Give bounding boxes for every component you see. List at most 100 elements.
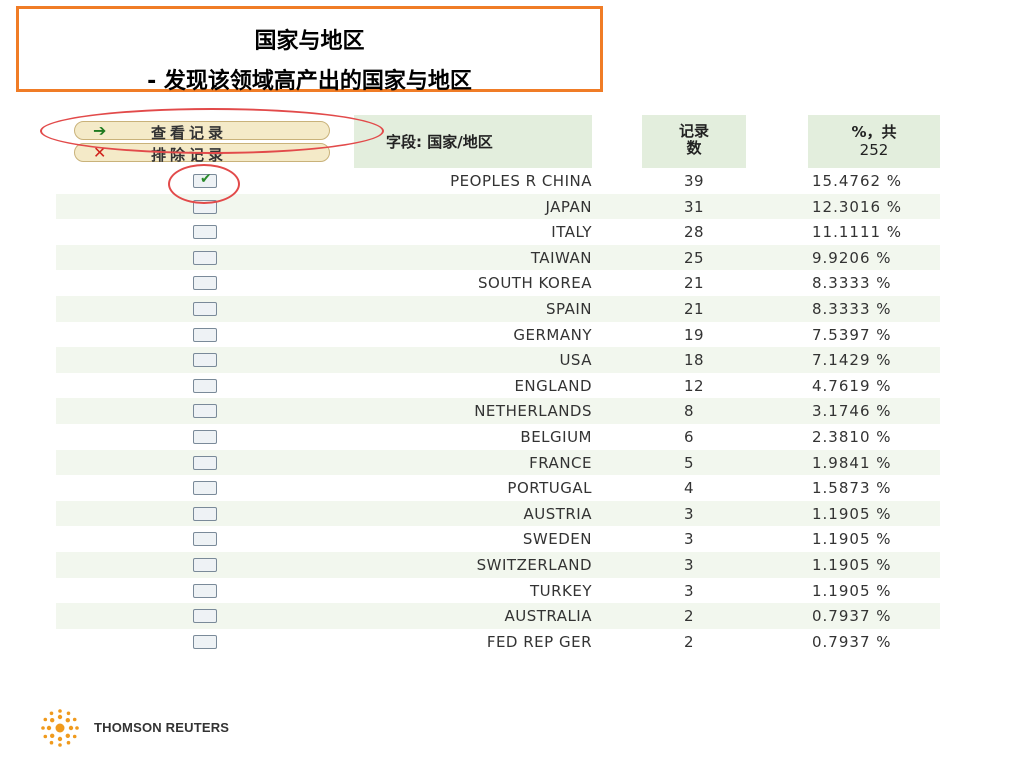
record-percent: 11.1111 % (812, 223, 903, 242)
country-name: FRANCE (529, 453, 592, 472)
record-count: 2 (684, 607, 695, 626)
table-row: FED REP GER 2 0.7937 % (56, 629, 940, 655)
record-percent: 8.3333 % (812, 299, 892, 318)
analyze-results-table: ➔ 查看记录 ✕ 排除记录 字段: 国家/地区 记录数 %，共 252 ✔ PEOP… (56, 115, 940, 654)
count-column-header: 记录数 (642, 115, 746, 168)
record-percent: 1.9841 % (812, 453, 892, 472)
row-checkbox[interactable] (193, 557, 217, 572)
country-name: PORTUGAL (507, 479, 592, 498)
record-percent: 7.1429 % (812, 351, 892, 370)
view-records-label: 查看记录 (151, 124, 228, 142)
country-name: PEOPLES R CHINA (450, 172, 592, 190)
table-row: NETHERLANDS 8 3.1746 % (56, 398, 940, 424)
row-checkbox[interactable] (193, 327, 217, 342)
row-checkbox[interactable] (193, 481, 217, 496)
record-count: 8 (684, 402, 695, 421)
row-checkbox[interactable] (193, 404, 217, 419)
row-checkbox[interactable] (193, 301, 217, 316)
record-percent: 0.7937 % (812, 632, 892, 651)
country-name: JAPAN (545, 197, 592, 216)
record-count: 21 (684, 274, 705, 293)
record-count: 19 (684, 325, 705, 344)
row-checkbox[interactable] (193, 429, 217, 444)
record-percent: 1.5873 % (812, 479, 892, 498)
record-count: 2 (684, 632, 695, 651)
row-checkbox[interactable] (193, 225, 217, 240)
page-subtitle: - 发现该领域高产出的国家与地区 (147, 69, 472, 94)
country-name: FED REP GER (486, 632, 592, 651)
country-name: USA (559, 351, 592, 370)
record-percent: 12.3016 % (812, 197, 903, 216)
table-body: ✔ PEOPLES R CHINA 39 15.4762 % JAPAN 31 12.301… (56, 168, 940, 654)
table-row: JAPAN 31 12.3016 % (56, 193, 940, 220)
table-row: SWITZERLAND 3 1.1905 % (56, 551, 940, 578)
record-percent: 1.1905 % (812, 504, 892, 523)
row-checkbox[interactable] (193, 506, 217, 521)
table-row: ITALY 28 11.1111 % (56, 219, 940, 245)
row-checkbox[interactable] (193, 455, 217, 470)
country-name: SWEDEN (522, 530, 592, 549)
country-name: AUSTRIA (523, 504, 592, 523)
record-count: 28 (684, 223, 705, 242)
record-percent: 3.1746 % (812, 402, 892, 421)
field-header-label: 字段: 国家/地区 (386, 133, 493, 151)
table-row: ✔ PEOPLES R CHINA 39 15.4762 % (56, 168, 940, 194)
record-percent: 4.7619 % (812, 376, 892, 395)
page-title: 国家与地区 (254, 29, 365, 54)
country-name: BELGIUM (520, 427, 592, 446)
record-percent: 1.1905 % (812, 530, 892, 549)
record-count: 31 (684, 197, 705, 216)
record-percent: 15.4762 % (812, 172, 903, 190)
exclude-records-label: 排除记录 (151, 146, 228, 164)
table-row: GERMANY 19 7.5397 % (56, 322, 940, 348)
row-checkbox[interactable]: ✔ (193, 171, 217, 188)
table-header: ➔ 查看记录 ✕ 排除记录 字段: 国家/地区 记录数 %，共 252 (56, 115, 940, 168)
row-checkbox[interactable] (193, 276, 217, 291)
row-checkbox[interactable] (193, 609, 217, 624)
table-row: SWEDEN 3 1.1905 % (56, 526, 940, 552)
view-records-button[interactable]: ➔ 查看记录 (74, 121, 330, 142)
record-percent: 1.1905 % (812, 581, 892, 600)
row-checkbox[interactable] (193, 634, 217, 649)
country-name: TURKEY (529, 581, 592, 600)
record-count: 3 (684, 530, 695, 549)
record-count: 6 (684, 427, 695, 446)
country-name: AUSTRALIA (504, 607, 592, 626)
percent-column-header: %，共 252 (808, 115, 940, 168)
table-row: USA 18 7.1429 % (56, 347, 940, 373)
row-checkbox[interactable] (193, 199, 217, 214)
table-row: AUSTRIA 3 1.1905 % (56, 500, 940, 527)
arrow-right-icon: ➔ (93, 121, 107, 140)
table-row: SOUTH KOREA 21 8.3333 % (56, 270, 940, 296)
record-percent: 8.3333 % (812, 274, 892, 293)
country-name: GERMANY (513, 325, 592, 344)
country-name: SOUTH KOREA (477, 274, 592, 293)
field-column-header: 字段: 国家/地区 (354, 115, 592, 168)
record-count: 18 (684, 351, 705, 370)
table-row: AUSTRALIA 2 0.7937 % (56, 603, 940, 629)
row-checkbox[interactable] (193, 353, 217, 368)
record-percent: 9.9206 % (812, 248, 892, 267)
country-name: ITALY (551, 223, 592, 242)
country-name: NETHERLANDS (474, 402, 592, 421)
table-row: SPAIN 21 8.3333 % (56, 295, 940, 322)
logo-text: THOMSON REUTERS (94, 720, 230, 735)
x-icon: ✕ (93, 143, 107, 162)
row-checkbox[interactable] (193, 378, 217, 393)
table-row: TURKEY 3 1.1905 % (56, 578, 940, 604)
record-percent: 7.5397 % (812, 325, 892, 344)
row-checkbox[interactable] (193, 583, 217, 598)
record-percent: 0.7937 % (812, 607, 892, 626)
country-name: ENGLAND (514, 376, 592, 395)
country-name: SWITZERLAND (476, 555, 592, 574)
record-percent: 2.3810 % (812, 427, 892, 446)
record-count: 3 (684, 504, 695, 523)
table-row: FRANCE 5 1.9841 % (56, 449, 940, 476)
exclude-records-button[interactable]: ✕ 排除记录 (74, 143, 330, 164)
action-buttons-cell: ➔ 查看记录 ✕ 排除记录 (56, 115, 350, 168)
row-checkbox[interactable] (193, 532, 217, 547)
record-count: 3 (684, 555, 695, 574)
row-checkbox[interactable] (193, 250, 217, 265)
thomson-reuters-logo-icon (41, 709, 79, 747)
record-count: 3 (684, 581, 695, 600)
